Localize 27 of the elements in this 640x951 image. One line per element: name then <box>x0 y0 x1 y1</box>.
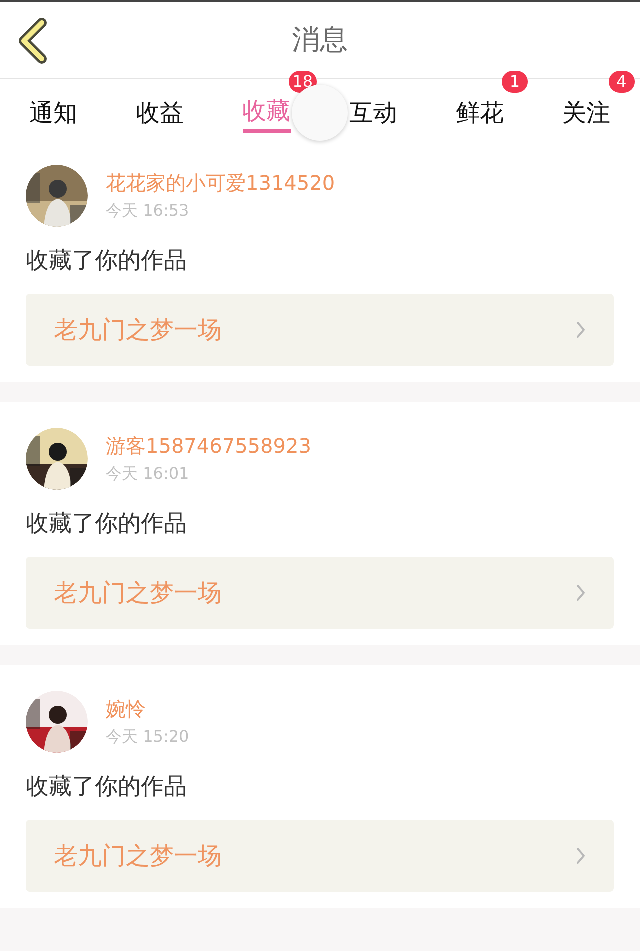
timestamp: 今天 16:01 <box>106 464 190 485</box>
work-link[interactable]: 老九门之梦一场 <box>26 294 614 366</box>
user-name[interactable]: 花花家的小可爱1314520 <box>106 170 336 197</box>
timestamp: 今天 16:53 <box>106 201 190 222</box>
work-title: 老九门之梦一场 <box>54 315 222 346</box>
work-link[interactable]: 老九门之梦一场 <box>26 557 614 629</box>
message-text: 收藏了你的作品 <box>26 510 188 539</box>
work-title: 老九门之梦一场 <box>54 578 222 609</box>
work-title: 老九门之梦一场 <box>54 841 222 872</box>
message-text: 收藏了你的作品 <box>26 773 188 802</box>
chevron-right-icon <box>576 847 586 865</box>
work-link[interactable]: 老九门之梦一场 <box>26 820 614 892</box>
tab[interactable]: 关注 <box>562 79 611 133</box>
tab[interactable]: 鲜花 <box>456 79 504 133</box>
page-title: 消息 <box>292 22 348 58</box>
back-chevron-icon[interactable] <box>16 18 48 64</box>
tab[interactable]: 通知 <box>29 79 78 133</box>
timestamp: 今天 15:20 <box>106 727 190 748</box>
user-name[interactable]: 游客1587467558923 <box>106 433 312 460</box>
tab[interactable]: 收益 <box>136 79 184 133</box>
count-badge: 1 <box>502 71 528 93</box>
count-badge: 4 <box>608 71 635 93</box>
chevron-right-icon <box>576 321 586 339</box>
chevron-right-icon <box>576 584 586 602</box>
message-text: 收藏了你的作品 <box>26 247 188 276</box>
user-name[interactable]: 婉怜 <box>106 696 190 723</box>
tab[interactable]: 互动 <box>349 79 398 133</box>
